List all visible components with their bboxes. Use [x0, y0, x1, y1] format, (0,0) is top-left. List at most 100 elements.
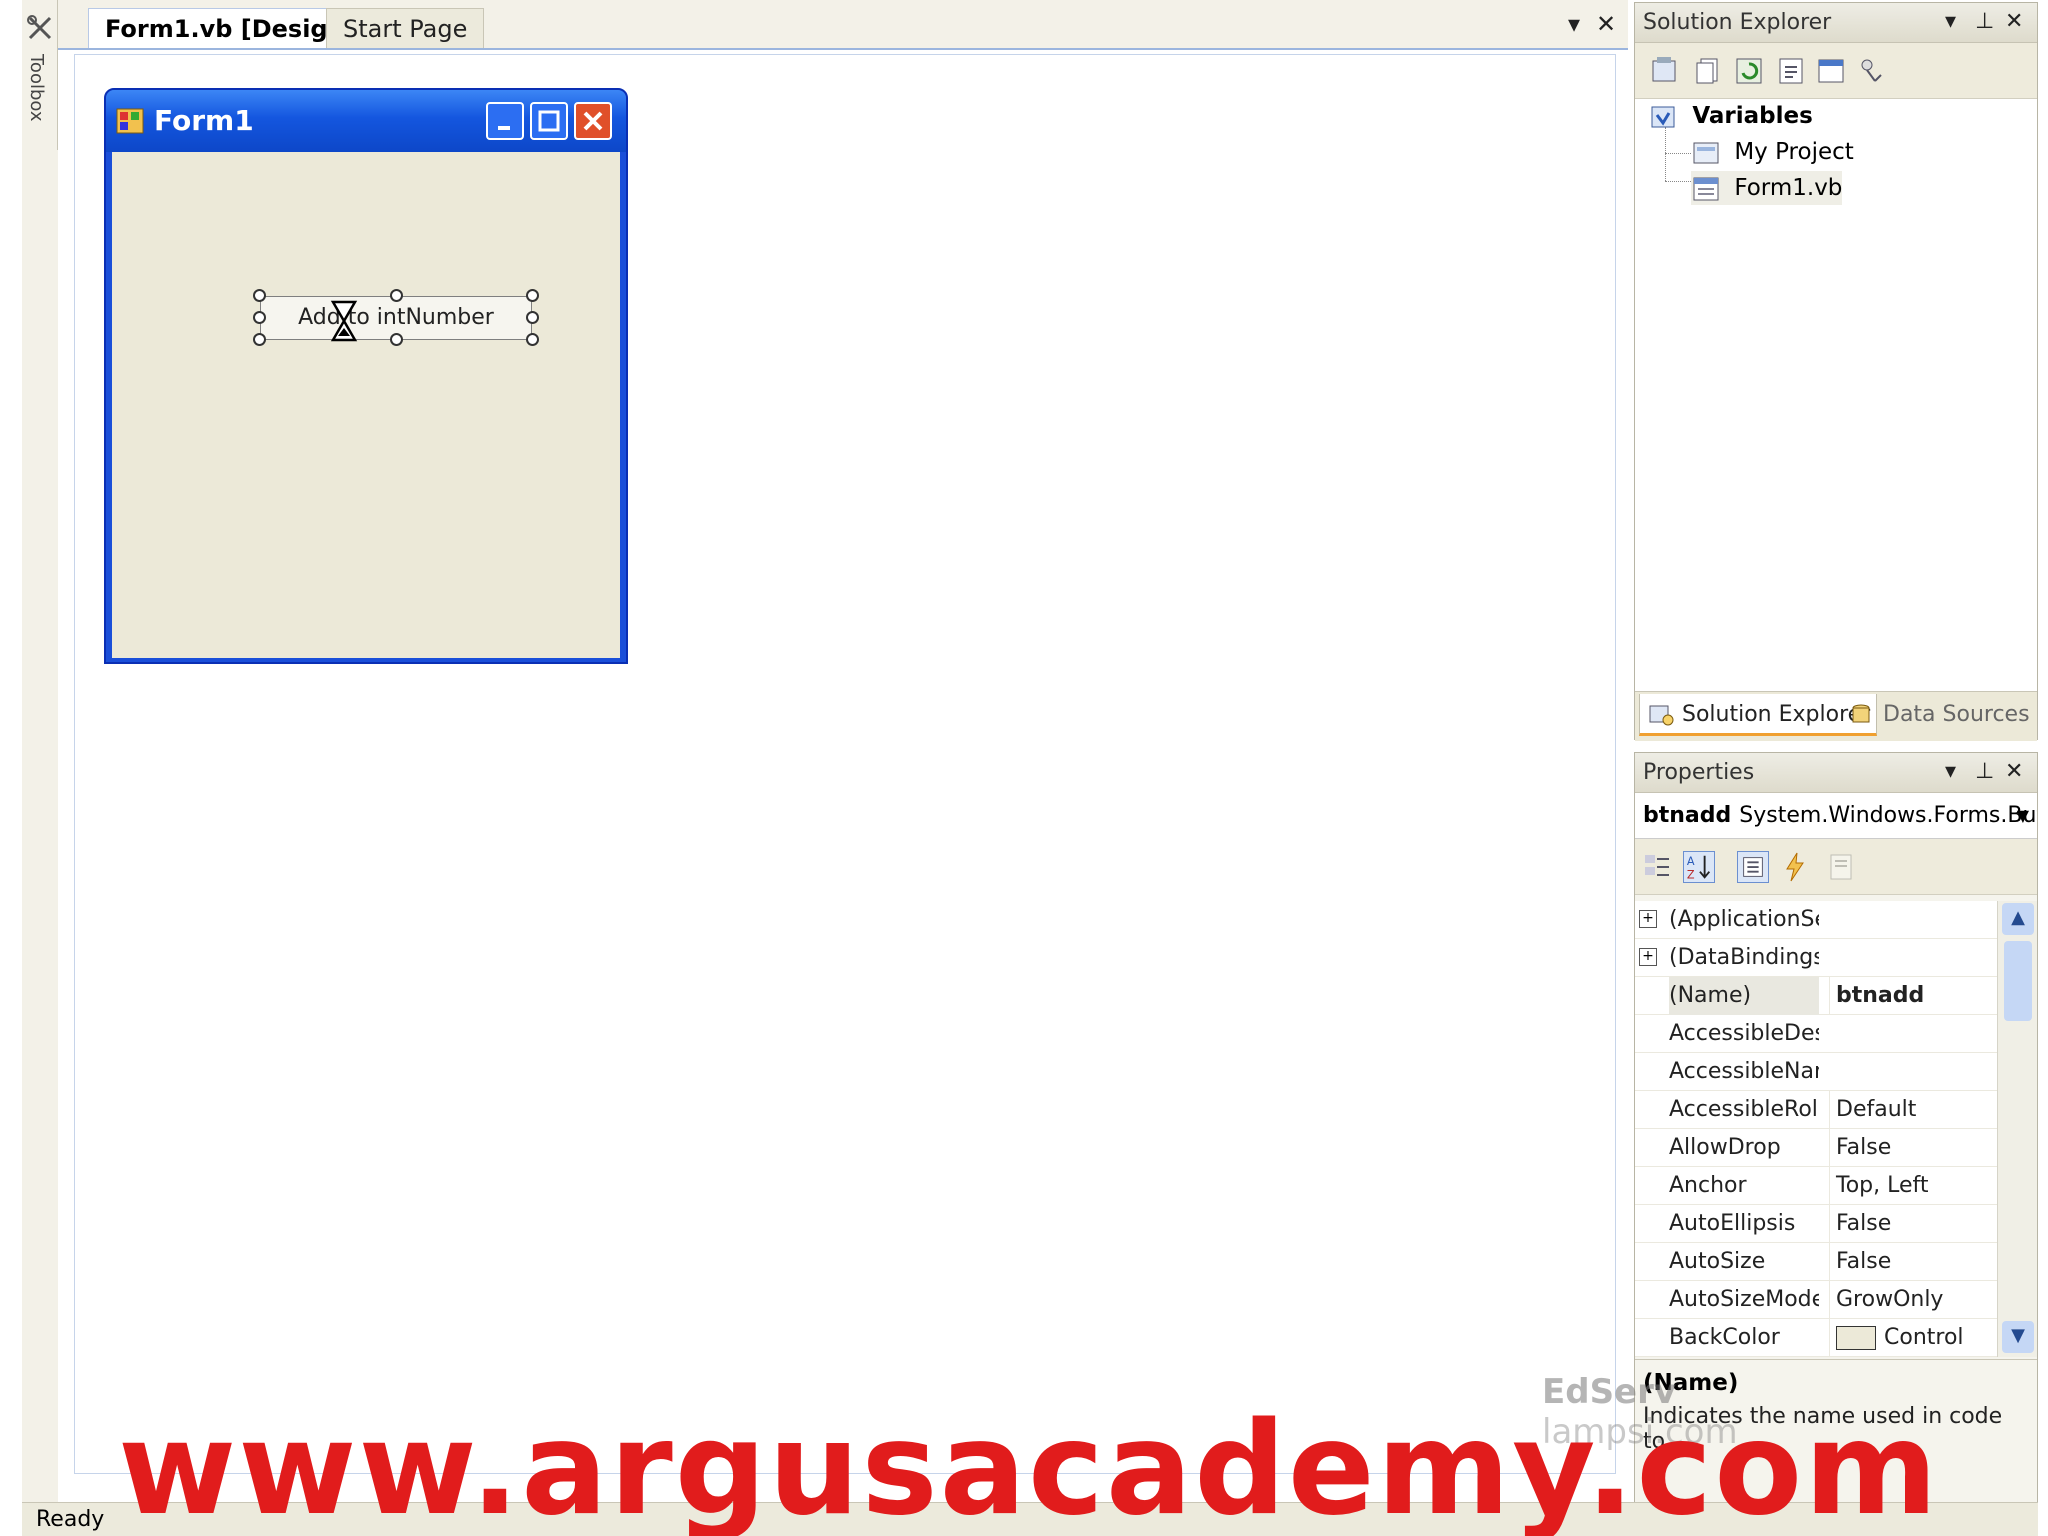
scroll-down-icon[interactable]: ▼ [2002, 1321, 2034, 1353]
tab-label: Data Sources [1883, 702, 2030, 727]
data-sources-icon [1852, 704, 1870, 723]
panel-close-icon[interactable]: ✕ [2005, 759, 2023, 784]
toolbox-tab[interactable]: Toolbox [22, 0, 58, 150]
panel-dropdown-icon[interactable]: ▾ [1945, 9, 1956, 34]
property-value[interactable]: Top, Left [1829, 1167, 1997, 1205]
property-name: AccessibleDescri [1669, 1021, 1819, 1046]
tab-data-sources[interactable]: Data Sources [1841, 694, 2036, 736]
vb-project-icon [1651, 106, 1675, 127]
form-window[interactable]: Form1 Add to intNumber [104, 88, 628, 664]
properties-icon[interactable] [1649, 55, 1681, 87]
pin-icon[interactable]: ⊥ [1975, 9, 1994, 34]
tree-item-label: Form1.vb [1734, 175, 1843, 201]
document-tab-bar: Form1.vb [Design]* Start Page ▾ ✕ [58, 0, 1628, 50]
property-name: AccessibleRole [1669, 1097, 1819, 1122]
solution-explorer-tabs: Solution Explorer Data Sources [1635, 691, 2037, 741]
property-name: AutoSizeMode [1669, 1287, 1819, 1312]
categorized-icon[interactable] [1641, 851, 1673, 883]
tab-start-page[interactable]: Start Page [326, 8, 485, 48]
properties-header: Properties ▾ ⊥ ✕ [1635, 753, 2037, 793]
property-row[interactable]: AccessibleRole Default [1635, 1091, 1997, 1129]
property-value[interactable]: btnadd [1829, 977, 1997, 1015]
resize-handle[interactable] [526, 311, 539, 324]
resize-handle[interactable] [253, 311, 266, 324]
property-value[interactable]: False [1829, 1129, 1997, 1167]
tree-connector [1665, 181, 1691, 182]
expand-icon[interactable]: + [1639, 910, 1657, 928]
property-grid: + (ApplicationSetti + (DataBindings) (Na… [1635, 901, 1997, 1357]
property-name: BackColor [1669, 1325, 1780, 1350]
property-row[interactable]: AutoSizeMode GrowOnly [1635, 1281, 1997, 1319]
property-row[interactable]: + (DataBindings) [1635, 939, 1997, 977]
property-row[interactable]: AutoEllipsis False [1635, 1205, 1997, 1243]
properties-view-icon[interactable] [1737, 851, 1769, 883]
scroll-up-icon[interactable]: ▲ [2002, 903, 2034, 935]
events-lightning-icon[interactable] [1779, 851, 1811, 883]
pin-icon[interactable]: ⊥ [1975, 759, 1994, 784]
my-project-icon [1693, 142, 1719, 163]
property-value[interactable]: False [1829, 1205, 1997, 1243]
property-value[interactable]: False [1829, 1243, 1997, 1281]
object-selector[interactable]: btnadd System.Windows.Forms.Butt ▼ [1635, 793, 2037, 839]
resize-handle[interactable] [390, 333, 403, 346]
property-value[interactable]: GrowOnly [1829, 1281, 1997, 1319]
tree-item-label: Variables [1692, 103, 1813, 129]
resize-handle[interactable] [526, 289, 539, 302]
property-value[interactable]: Control [1829, 1319, 1997, 1357]
property-row[interactable]: (Name) btnadd [1635, 977, 1997, 1015]
resize-handle[interactable] [526, 333, 539, 346]
tree-item-my-project[interactable]: My Project [1691, 135, 1854, 169]
property-row[interactable]: Anchor Top, Left [1635, 1167, 1997, 1205]
scroll-thumb[interactable] [2004, 941, 2032, 1021]
refresh-icon[interactable] [1733, 55, 1765, 87]
view-designer-icon[interactable] [1815, 55, 1847, 87]
watermark-url: www.argusacademy.com [118, 1395, 1940, 1536]
property-scrollbar[interactable]: ▲ ▼ [1997, 901, 2037, 1357]
property-value[interactable]: Default [1829, 1091, 1997, 1129]
maximize-button[interactable] [530, 102, 568, 140]
tab-close-icon[interactable]: ✕ [1596, 10, 1616, 38]
form-file-icon [1693, 177, 1719, 200]
alphabetical-sort-icon[interactable]: AZ [1683, 851, 1715, 883]
tree-item-label: My Project [1734, 139, 1854, 165]
resize-handle[interactable] [253, 289, 266, 302]
description-title: (Name) [1643, 1370, 1739, 1396]
show-all-files-icon[interactable] [1693, 55, 1725, 87]
form-title: Form1 [154, 104, 254, 137]
class-diagram-icon[interactable] [1855, 55, 1887, 87]
status-text: Ready [36, 1507, 105, 1532]
property-row[interactable]: + (ApplicationSetti [1635, 901, 1997, 939]
tree-item-form1-vb[interactable]: Form1.vb [1691, 171, 1843, 205]
panel-dropdown-icon[interactable]: ▾ [1945, 759, 1956, 784]
object-type: System.Windows.Forms.Butt [1739, 803, 2037, 828]
form-titlebar[interactable]: Form1 [106, 90, 626, 152]
property-row[interactable]: AutoSize False [1635, 1243, 1997, 1281]
properties-title: Properties [1643, 760, 1755, 785]
property-row[interactable]: BackColor Control [1635, 1319, 1997, 1357]
property-name: Anchor [1669, 1173, 1747, 1198]
property-pages-icon[interactable] [1825, 851, 1857, 883]
property-row[interactable]: AllowDrop False [1635, 1129, 1997, 1167]
property-name: (DataBindings) [1669, 945, 1819, 970]
solution-explorer-panel: Solution Explorer ▾ ⊥ ✕ Variables My Pro… [1634, 2, 2038, 741]
view-code-icon[interactable] [1775, 55, 1807, 87]
minimize-button[interactable] [486, 102, 524, 140]
chevron-down-icon: ▼ [2016, 806, 2029, 825]
property-row[interactable]: AccessibleName [1635, 1053, 1997, 1091]
form-client-area[interactable]: Add to intNumber [112, 152, 620, 658]
resize-handle[interactable] [390, 289, 403, 302]
svg-text:A: A [1687, 855, 1695, 868]
property-name: (ApplicationSetti [1669, 907, 1819, 932]
resize-handle[interactable] [253, 333, 266, 346]
close-button[interactable] [574, 102, 612, 140]
form-app-icon [116, 108, 144, 134]
close-icon [583, 111, 603, 131]
tree-connector [1665, 127, 1666, 181]
expand-icon[interactable]: + [1639, 948, 1657, 966]
panel-close-icon[interactable]: ✕ [2005, 9, 2023, 34]
tree-item-project-root[interactable]: Variables [1649, 99, 1813, 133]
tab-dropdown-icon[interactable]: ▾ [1568, 10, 1580, 38]
solution-explorer-icon [1649, 705, 1674, 726]
property-row[interactable]: AccessibleDescri [1635, 1015, 1997, 1053]
properties-toolbar: AZ [1635, 839, 2037, 895]
